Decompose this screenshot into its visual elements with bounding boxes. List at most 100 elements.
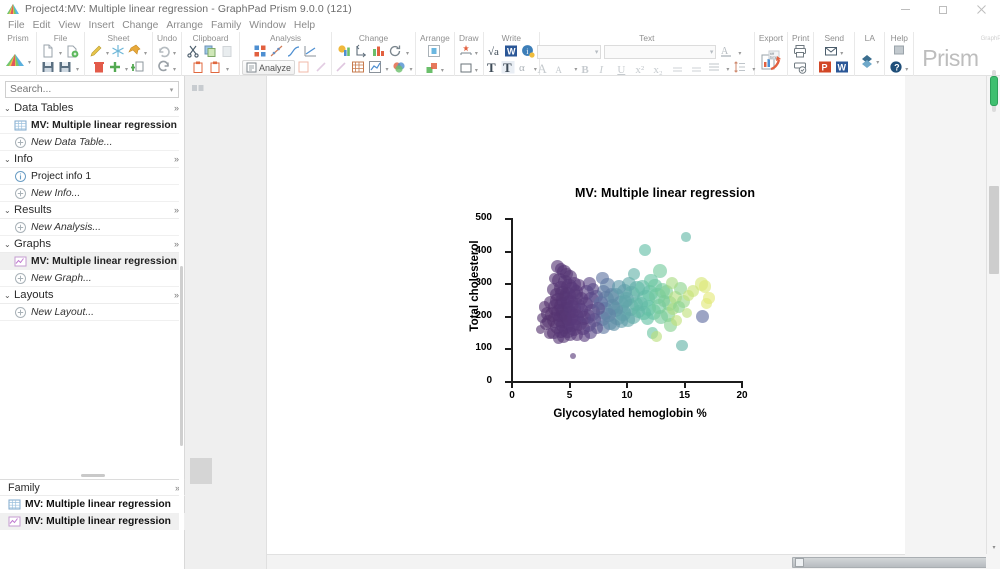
duplicate-sheet-icon[interactable] bbox=[130, 60, 145, 75]
analyze-button[interactable]: Analyze bbox=[242, 60, 296, 75]
font-size-combo[interactable]: ▾ bbox=[537, 44, 602, 59]
horizontal-scrollbar-thumb[interactable] bbox=[792, 557, 1000, 568]
sidebar-item-graph-mv[interactable]: MV: Multiple linear regression bbox=[0, 253, 184, 270]
chevron-down-icon[interactable]: ▾ bbox=[27, 53, 32, 68]
remove-analysis-icon[interactable] bbox=[297, 60, 312, 75]
graph-type-icon[interactable] bbox=[337, 44, 352, 59]
chevron-down-icon[interactable]: ▾ bbox=[440, 61, 445, 76]
minimize-button[interactable] bbox=[886, 0, 924, 18]
chevron-down-icon[interactable]: ▾ bbox=[737, 44, 742, 59]
underline-icon[interactable]: U bbox=[617, 60, 632, 76]
menu-view[interactable]: View bbox=[54, 20, 84, 31]
sidebar-item-new-data-table[interactable]: New Data Table... bbox=[0, 134, 184, 151]
chevron-down-icon[interactable]: ▾ bbox=[58, 44, 63, 59]
delete-sheet-icon[interactable] bbox=[92, 60, 107, 75]
magic-icon[interactable] bbox=[314, 60, 329, 75]
gutter-tab[interactable] bbox=[190, 458, 212, 484]
font-family-combo[interactable]: ▾ bbox=[604, 44, 717, 59]
align-icon[interactable] bbox=[427, 44, 442, 59]
chevron-down-icon[interactable]: ⌄ bbox=[4, 206, 14, 215]
text-small-icon[interactable]: T bbox=[501, 60, 516, 75]
menu-edit[interactable]: Edit bbox=[29, 20, 55, 31]
navigator-scrollbar[interactable] bbox=[179, 76, 184, 569]
sidebar-item-new-info[interactable]: New Info... bbox=[0, 185, 184, 202]
snowflake-icon[interactable] bbox=[111, 44, 126, 59]
menu-change[interactable]: Change bbox=[118, 20, 162, 31]
menu-file[interactable]: File bbox=[4, 20, 29, 31]
data-table-icon[interactable] bbox=[351, 60, 366, 75]
axes-icon[interactable] bbox=[354, 44, 369, 59]
chevron-down-icon[interactable]: ⌄ bbox=[4, 155, 14, 164]
sidebar-item-new-graph[interactable]: New Graph... bbox=[0, 270, 184, 287]
powerpoint-icon[interactable]: P bbox=[818, 60, 833, 75]
search-input[interactable] bbox=[6, 83, 166, 96]
menu-arrange[interactable]: Arrange bbox=[162, 20, 207, 31]
equation-icon[interactable]: √a bbox=[487, 44, 502, 59]
chevron-down-icon[interactable]: ▾ bbox=[474, 61, 479, 76]
chevron-down-icon[interactable]: ⌄ bbox=[4, 240, 14, 249]
chevron-down-icon[interactable]: ▾ bbox=[124, 60, 129, 75]
redo-icon[interactable] bbox=[157, 44, 172, 59]
sidebar-section-layouts[interactable]: ⌄ Layouts » bbox=[0, 287, 184, 304]
chevron-down-icon[interactable]: ▾ bbox=[875, 53, 880, 68]
chevron-down-icon[interactable]: ▾ bbox=[385, 60, 390, 75]
word-icon[interactable]: W bbox=[504, 44, 519, 59]
sidebar-section-results[interactable]: ⌄ Results » bbox=[0, 202, 184, 219]
sidebar-item-new-analysis[interactable]: New Analysis... bbox=[0, 219, 184, 236]
save-as-icon[interactable] bbox=[58, 60, 73, 75]
slider-thumb[interactable] bbox=[990, 76, 998, 106]
chevron-down-icon[interactable]: ▾ bbox=[165, 86, 178, 94]
family-header[interactable]: Family » bbox=[0, 479, 185, 496]
graph-canvas[interactable]: MV: Multiple linear regression 500 400 3… bbox=[267, 76, 905, 554]
decrease-font-icon[interactable]: A bbox=[555, 60, 570, 75]
menu-family[interactable]: Family bbox=[207, 20, 245, 31]
menu-insert[interactable]: Insert bbox=[84, 20, 118, 31]
word-send-icon[interactable]: W bbox=[835, 60, 850, 75]
greek-icon[interactable]: α bbox=[517, 60, 532, 75]
chevron-down-icon[interactable]: ▾ bbox=[405, 44, 410, 59]
paste-transpose-icon[interactable] bbox=[208, 60, 223, 75]
indent-right-icon[interactable] bbox=[689, 60, 704, 75]
subscript-icon[interactable]: x₂ bbox=[653, 60, 668, 76]
chevron-down-icon[interactable]: ▾ bbox=[143, 44, 148, 59]
canvas-vertical-scrollbar[interactable]: ▴ ▾ bbox=[986, 76, 1000, 554]
email-icon[interactable] bbox=[824, 44, 839, 59]
bold-icon[interactable]: B bbox=[581, 60, 596, 76]
add-sheet-icon[interactable] bbox=[108, 60, 123, 75]
chevron-down-icon[interactable]: ▾ bbox=[75, 60, 80, 75]
magic-change-icon[interactable] bbox=[334, 60, 349, 75]
chevron-down-icon[interactable]: ▾ bbox=[225, 60, 230, 75]
line-spacing-icon[interactable] bbox=[733, 60, 748, 75]
export-image-icon[interactable]: tiff bmp bbox=[760, 49, 782, 71]
open-file-icon[interactable] bbox=[65, 44, 80, 59]
cut-icon[interactable] bbox=[186, 44, 201, 59]
menu-window[interactable]: Window bbox=[245, 20, 290, 31]
canvas-horizontal-scrollbar[interactable] bbox=[267, 554, 1000, 569]
text-big-icon[interactable]: T bbox=[485, 60, 500, 75]
print-preview-icon[interactable] bbox=[793, 60, 808, 75]
venn-color-icon[interactable] bbox=[392, 60, 407, 75]
chevron-down-icon[interactable]: ▾ bbox=[573, 60, 578, 75]
search-box[interactable]: ▾ bbox=[5, 81, 179, 98]
bar-style-icon[interactable] bbox=[371, 44, 386, 59]
help-book-icon[interactable] bbox=[892, 44, 907, 59]
close-button[interactable] bbox=[962, 0, 1000, 18]
sheet-tab-icon[interactable] bbox=[191, 80, 205, 91]
navigator-splitter[interactable] bbox=[0, 471, 185, 479]
print-icon[interactable] bbox=[793, 44, 808, 59]
chevron-down-icon[interactable]: ▾ bbox=[409, 60, 414, 75]
align-text-icon[interactable] bbox=[707, 60, 722, 75]
pencil-icon[interactable] bbox=[89, 44, 104, 59]
vertical-scrollbar-thumb[interactable] bbox=[989, 186, 999, 274]
navigator-scrollbar-thumb[interactable] bbox=[180, 266, 183, 446]
draw-line-icon[interactable] bbox=[459, 44, 474, 59]
nonlinear-fit-icon[interactable] bbox=[287, 44, 302, 59]
new-file-icon[interactable] bbox=[41, 44, 56, 59]
chevron-down-icon[interactable]: ▾ bbox=[172, 60, 177, 75]
rotate-icon[interactable] bbox=[388, 44, 403, 59]
graph-format-icon[interactable] bbox=[368, 60, 383, 75]
pin-icon[interactable] bbox=[127, 44, 142, 59]
sidebar-section-data-tables[interactable]: ⌄ Data Tables » bbox=[0, 100, 184, 117]
linear-regression-icon[interactable] bbox=[304, 44, 319, 59]
prism-logo-icon[interactable] bbox=[4, 49, 26, 71]
